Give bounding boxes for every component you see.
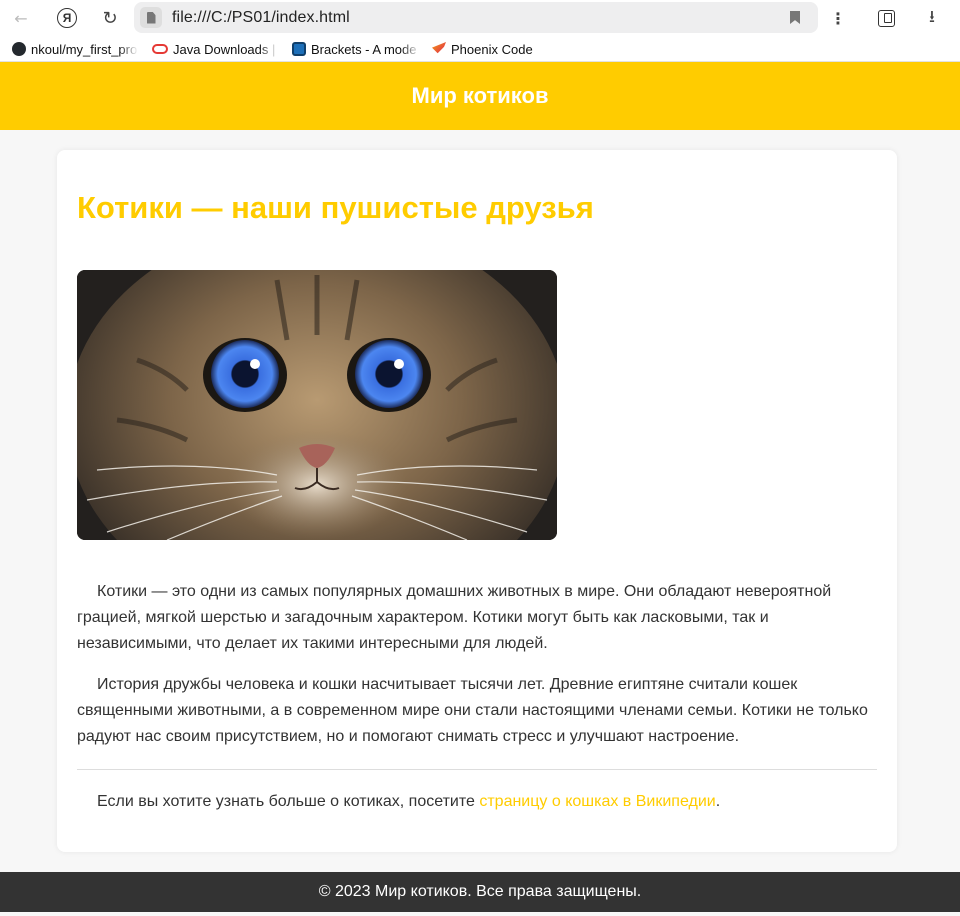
more-info-period: . — [715, 793, 721, 810]
bookmark-label: Phoenix Code — [451, 41, 533, 57]
address-bar[interactable]: file:///C:/PS01/index.html — [134, 2, 818, 33]
copyright-text: © 2023 Мир котиков. Все права защищены. — [318, 883, 642, 900]
cat-photo — [77, 270, 557, 540]
bookmark-item[interactable]: nkoul/my_first_pro — [12, 40, 138, 58]
brackets-icon — [292, 42, 306, 56]
bookmark-label: Brackets - A mode — [311, 41, 417, 57]
bookmark-item[interactable]: Java Downloads | O — [152, 40, 278, 58]
site-footer: © 2023 Мир котиков. Все права защищены. — [0, 872, 960, 912]
oracle-icon — [152, 44, 168, 54]
github-icon — [12, 42, 26, 56]
phoenix-icon — [432, 42, 446, 56]
wikipedia-link[interactable]: страницу о кошках в Википедии — [479, 793, 715, 810]
bookmark-label: Java Downloads | O — [173, 41, 278, 57]
page-info-icon[interactable] — [140, 7, 162, 28]
site-title: Мир котиков — [411, 83, 549, 108]
site-header: Мир котиков — [0, 62, 960, 130]
reload-icon[interactable]: ↻ — [98, 6, 122, 30]
url-text[interactable]: file:///C:/PS01/index.html — [172, 9, 350, 27]
more-menu-icon[interactable]: ⋮ — [826, 6, 850, 30]
browser-toolbar: ← Я ↻ file:///C:/PS01/index.html ⋮ ⭳ — [0, 0, 960, 36]
cat-face-illustration — [77, 270, 557, 540]
download-icon[interactable]: ⭳ — [920, 6, 944, 30]
bookmarks-bar: nkoul/my_first_pro Java Downloads | O Br… — [0, 38, 960, 60]
bookmark-label: nkoul/my_first_pro — [31, 41, 138, 57]
bookmark-item[interactable]: Phoenix Code — [432, 40, 552, 58]
more-info-text: Если вы хотите узнать больше о котиках, … — [97, 793, 480, 810]
divider — [77, 769, 877, 770]
yandex-icon[interactable]: Я — [55, 6, 79, 30]
page-bottom — [0, 912, 960, 916]
page-heading: Котики — наши пушистые друзья — [77, 190, 594, 225]
bookmark-item[interactable]: Brackets - A mode — [292, 40, 420, 58]
more-info-paragraph: Если вы хотите узнать больше о котиках, … — [77, 789, 877, 815]
extensions-icon[interactable] — [874, 6, 898, 30]
history-paragraph: История дружбы человека и кошки насчитыв… — [77, 676, 868, 745]
content-card: Котики — наши пушистые друзья Котики — э… — [57, 150, 897, 852]
browser-chrome: ← Я ↻ file:///C:/PS01/index.html ⋮ ⭳ nko… — [0, 0, 960, 62]
intro-paragraph: Котики — это одни из самых популярных до… — [77, 583, 832, 652]
bookmark-icon[interactable] — [790, 11, 800, 24]
back-arrow-icon[interactable]: ← — [9, 6, 33, 30]
